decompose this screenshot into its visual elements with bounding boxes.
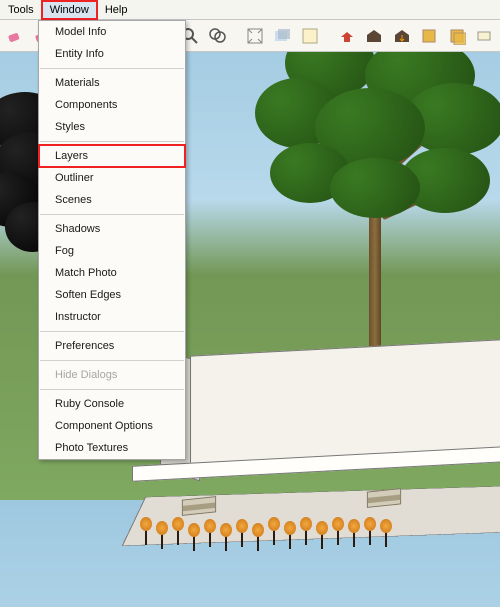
layers-icon[interactable] — [473, 23, 497, 49]
menubar: Tools Window Help — [0, 0, 500, 20]
menu-match-photo[interactable]: Match Photo — [39, 262, 185, 284]
window-menu-dropdown: Model Info Entity Info Materials Compone… — [38, 20, 186, 460]
menu-scenes[interactable]: Scenes — [39, 189, 185, 211]
menu-model-info[interactable]: Model Info — [39, 21, 185, 43]
menu-separator — [40, 141, 184, 142]
menu-instructor[interactable]: Instructor — [39, 306, 185, 328]
scene-tree-green — [255, 38, 495, 363]
scene-plants — [140, 487, 400, 547]
menu-styles[interactable]: Styles — [39, 116, 185, 138]
component-alt-icon[interactable] — [445, 23, 469, 49]
menu-materials[interactable]: Materials — [39, 72, 185, 94]
menu-tools[interactable]: Tools — [0, 1, 42, 19]
menu-layers[interactable]: Layers — [39, 145, 185, 167]
menu-soften-edges[interactable]: Soften Edges — [39, 284, 185, 306]
warehouse-icon[interactable] — [362, 23, 386, 49]
warehouse-get-icon[interactable] — [390, 23, 414, 49]
menu-photo-textures[interactable]: Photo Textures — [39, 437, 185, 459]
menu-outliner[interactable]: Outliner — [39, 167, 185, 189]
menu-separator — [40, 214, 184, 215]
menu-separator — [40, 360, 184, 361]
menu-entity-info[interactable]: Entity Info — [39, 43, 185, 65]
menu-separator — [40, 331, 184, 332]
menu-component-options[interactable]: Component Options — [39, 415, 185, 437]
prev-view-icon[interactable] — [206, 23, 230, 49]
menu-hide-dialogs: Hide Dialogs — [39, 364, 185, 386]
xray-icon[interactable] — [298, 23, 322, 49]
menu-help[interactable]: Help — [97, 1, 136, 19]
menu-fog[interactable]: Fog — [39, 240, 185, 262]
zoom-extents-icon[interactable] — [243, 23, 267, 49]
eraser-icon[interactable] — [4, 23, 28, 49]
menu-ruby-console[interactable]: Ruby Console — [39, 393, 185, 415]
menu-separator — [40, 68, 184, 69]
menu-window[interactable]: Window — [42, 1, 97, 19]
menu-preferences[interactable]: Preferences — [39, 335, 185, 357]
menu-shadows[interactable]: Shadows — [39, 218, 185, 240]
component-icon[interactable] — [417, 23, 441, 49]
push-pull-icon[interactable] — [335, 23, 359, 49]
menu-components[interactable]: Components — [39, 94, 185, 116]
face-style-icon[interactable] — [270, 23, 294, 49]
menu-separator — [40, 389, 184, 390]
